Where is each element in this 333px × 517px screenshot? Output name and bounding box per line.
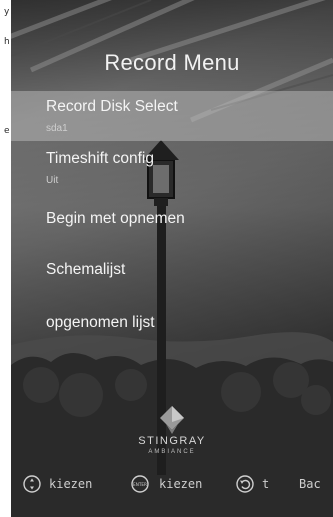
menu-item-timeshift-config[interactable]: Timeshift config Uit — [11, 145, 333, 193]
hint-back-cut: Bac — [299, 475, 321, 493]
menu-item-label: Schemalijst — [46, 261, 126, 278]
cut-text: e — [4, 126, 10, 136]
hint-bar: kiezen ENTER kiezen t Bac — [11, 470, 333, 498]
menu-title: Record Menu — [104, 50, 240, 75]
back-icon — [236, 475, 254, 493]
hint-back: t — [236, 475, 269, 493]
menu-item-label: Begin met opnemen — [46, 210, 185, 227]
dpad-icon — [23, 475, 41, 493]
brand-name: STINGRAY — [138, 435, 206, 447]
menu-item-label: Record Disk Select — [46, 98, 178, 115]
hint-navigate: kiezen — [23, 475, 92, 493]
left-edge-strip: y h e — [0, 0, 11, 517]
menu-item-label: Timeshift config — [46, 150, 154, 167]
brand-subtitle: AMBIANCE — [148, 449, 196, 455]
menu-item-opgenomen-lijst[interactable]: opgenomen lijst — [11, 305, 333, 345]
cut-text: y — [4, 7, 10, 17]
hint-label: kiezen — [49, 477, 93, 491]
hint-label: t — [262, 477, 270, 491]
menu-item-schemalijst[interactable]: Schemalijst — [11, 253, 333, 293]
menu-item-begin-met-opnemen[interactable]: Begin met opnemen — [11, 200, 333, 240]
brand-logo — [11, 405, 333, 439]
menu-item-value: sda1 — [46, 123, 68, 134]
hint-label: Bac — [299, 477, 321, 491]
hint-enter: ENTER kiezen — [129, 475, 202, 493]
tv-screen: Record Menu Record Disk Select sda1 Time… — [11, 0, 333, 517]
hint-label: kiezen — [159, 477, 203, 491]
cut-text: h — [4, 37, 10, 47]
menu-item-record-disk-select[interactable]: Record Disk Select sda1 — [11, 91, 333, 141]
enter-badge-text: ENTER — [133, 482, 147, 487]
stingray-logo-icon — [160, 406, 184, 434]
menu-item-value: Uit — [46, 175, 59, 186]
menu-item-label: opgenomen lijst — [46, 314, 155, 331]
enter-icon: ENTER — [131, 475, 149, 493]
